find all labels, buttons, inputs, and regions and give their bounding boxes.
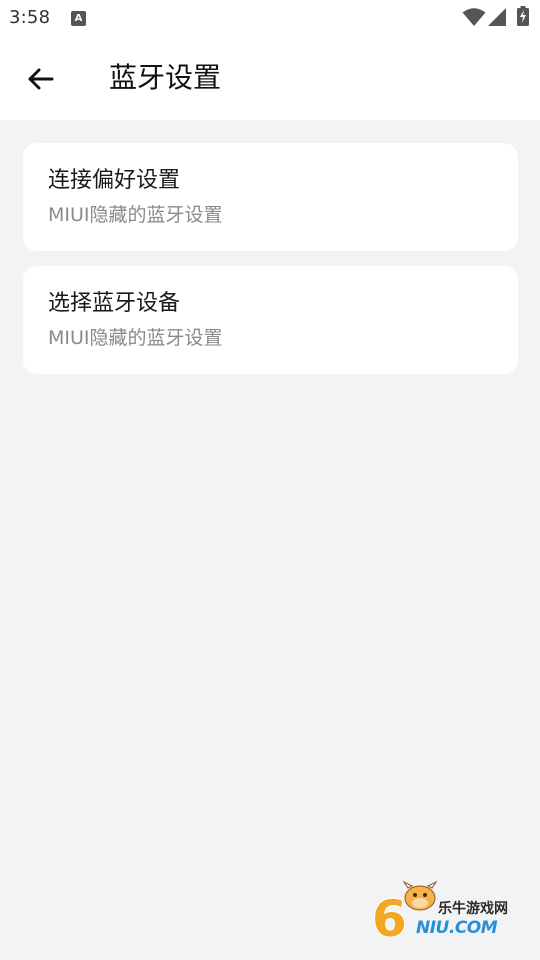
setting-item-title: 选择蓝牙设备 xyxy=(48,291,181,316)
app-bar: 蓝牙设置 xyxy=(0,36,540,120)
setting-item-subtitle: MIUI隐藏的蓝牙设置 xyxy=(48,204,223,226)
setting-item-connection-preferences[interactable]: 连接偏好设置 MIUI隐藏的蓝牙设置 xyxy=(23,143,518,251)
a-icon: A xyxy=(71,11,86,26)
arrow-left-icon[interactable] xyxy=(24,62,58,96)
page-title: 蓝牙设置 xyxy=(109,61,222,94)
status-time: 3:58 xyxy=(9,7,51,28)
setting-item-title: 连接偏好设置 xyxy=(48,168,181,193)
watermark-site-name: 乐牛游戏网 xyxy=(438,901,508,917)
setting-item-subtitle: MIUI隐藏的蓝牙设置 xyxy=(48,327,223,349)
status-bar: 3:58 A xyxy=(0,0,540,36)
wifi-icon xyxy=(462,8,486,26)
watermark-url: NIU.COM xyxy=(416,918,498,938)
battery-charging-icon xyxy=(517,6,529,26)
setting-item-select-bluetooth-device[interactable]: 选择蓝牙设备 MIUI隐藏的蓝牙设置 xyxy=(23,266,518,374)
signal-icon xyxy=(488,8,506,26)
watermark-digit: 6 xyxy=(372,890,407,942)
watermark-logo: 6 乐牛游戏网 NIU.COM xyxy=(372,880,522,942)
